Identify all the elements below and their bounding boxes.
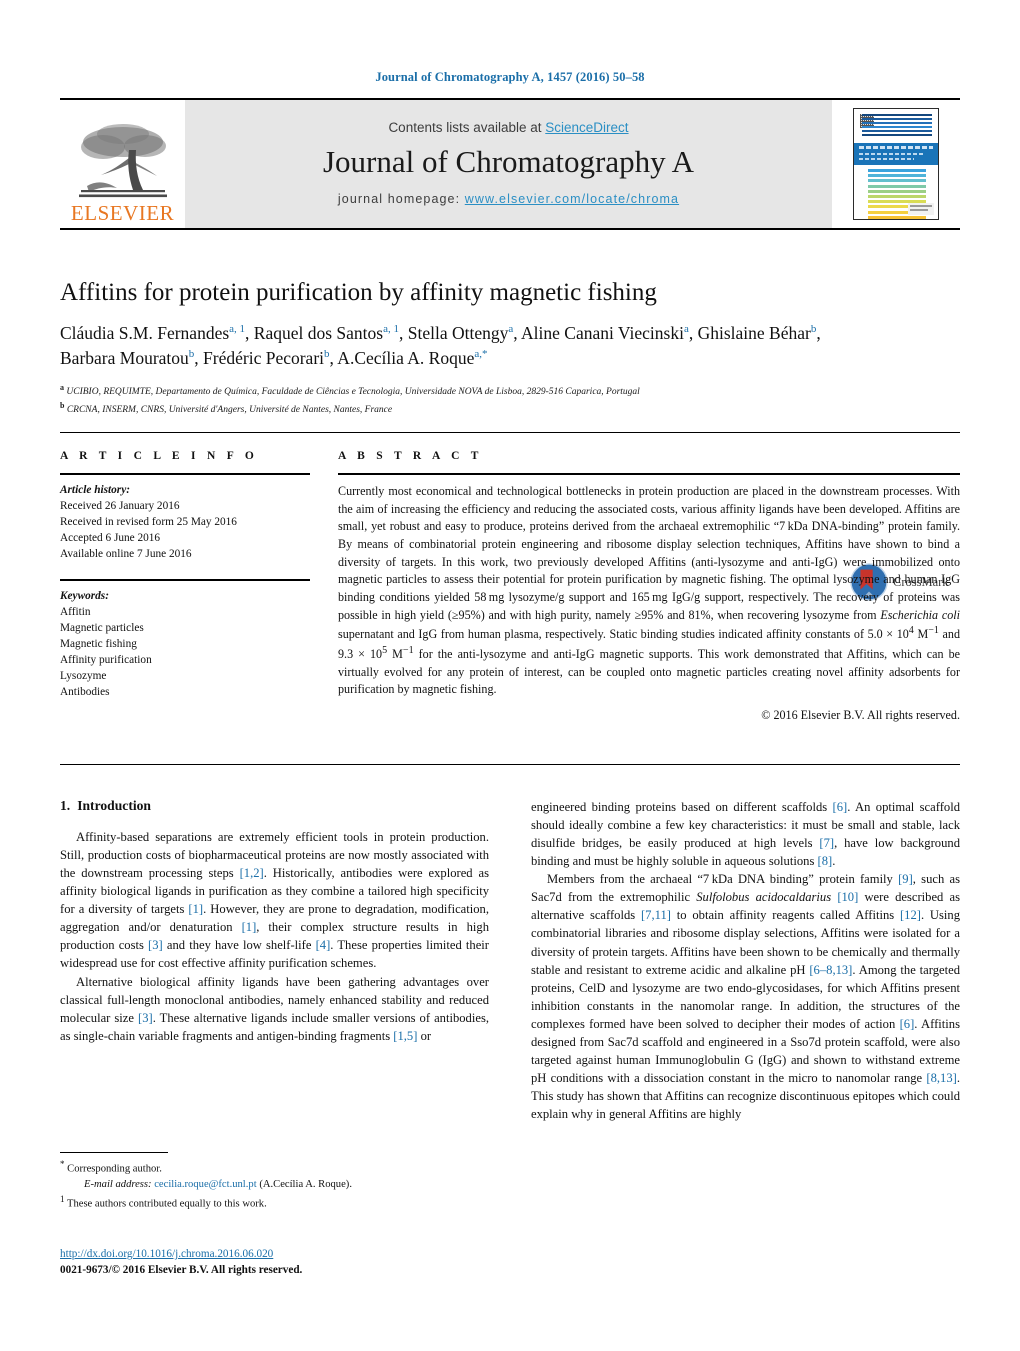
email-label: E-mail address:: [84, 1179, 152, 1191]
article-info-rule: [60, 473, 310, 475]
affiliation-b-mark: b: [60, 400, 65, 410]
email-link[interactable]: cecilia.roque@fct.unl.pt: [154, 1179, 256, 1190]
history-item: Accepted 6 June 2016: [60, 532, 161, 545]
paragraph: engineered binding proteins based on dif…: [531, 800, 960, 869]
affiliations: a UCIBIO, REQUIMTE, Departamento de Quím…: [60, 382, 960, 418]
article-header: Affitins for protein purification by aff…: [60, 278, 960, 601]
history-item: Received in revised form 25 May 2016: [60, 516, 237, 529]
abstract-copyright: © 2016 Elsevier B.V. All rights reserved…: [761, 707, 960, 722]
keyword-item: Antibodies: [60, 686, 110, 699]
cover-title-band: [854, 143, 938, 165]
footnote-email: E-mail address: cecilia.roque@fct.unl.pt…: [60, 1177, 489, 1193]
affiliation-a-text: UCIBIO, REQUIMTE, Departamento de Químic…: [66, 386, 640, 397]
abstract-body: Currently most economical and technologi…: [338, 484, 960, 697]
sciencedirect-link[interactable]: ScienceDirect: [545, 120, 628, 135]
author-list: Cláudia S.M. Fernandesa, 1, Raquel dos S…: [60, 323, 821, 369]
elsevier-tree-icon: [78, 124, 167, 198]
paragraph: Members from the archaeal “7 kDa DNA bin…: [531, 872, 960, 1122]
keywords-rule: [60, 579, 310, 582]
article-info-heading: A R T I C L E I N F O: [60, 450, 259, 462]
abstract-divider-bottom: [60, 764, 960, 765]
masthead-center: Contents lists available at ScienceDirec…: [185, 100, 832, 228]
paragraph: Alternative biological affinity ligands …: [60, 974, 489, 1043]
article-info-column: A R T I C L E I N F O Article history: R…: [60, 450, 310, 700]
keywords-block: Keywords: Affitin Magnetic particles Mag…: [60, 588, 310, 700]
journal-title: Journal of Chromatography A: [322, 144, 695, 180]
article-history: Article history: Received 26 January 201…: [60, 482, 310, 562]
footnote-mark-star: *: [60, 1159, 65, 1169]
keywords-label: Keywords:: [60, 590, 109, 603]
footnote-equal-text: These authors contributed equally to thi…: [66, 1198, 267, 1210]
page-title: Affitins for protein purification by aff…: [60, 279, 657, 306]
doi-block: http://dx.doi.org/10.1016/j.chroma.2016.…: [60, 1246, 560, 1278]
history-item: Received 26 January 2016: [60, 500, 180, 513]
section-heading-introduction: 1. Introduction: [60, 798, 489, 814]
footnote-mark-one: 1: [60, 1194, 65, 1205]
issn-copyright-line: 0021-9673/© 2016 Elsevier B.V. All right…: [60, 1264, 303, 1277]
footnotes: * Corresponding author. E-mail address: …: [60, 1158, 489, 1213]
elsevier-wordmark: ELSEVIER: [70, 201, 175, 225]
footnote-corresponding-text: Corresponding author.: [67, 1163, 162, 1175]
footnote-equal-contribution: 1 These authors contributed equally to t…: [60, 1193, 489, 1212]
history-item: Available online 7 June 2016: [60, 548, 192, 561]
abstract-rule: [338, 473, 960, 475]
abstract-heading: A B S T R A C T: [338, 450, 483, 462]
body-column-right: engineered binding proteins based on dif…: [531, 798, 960, 1123]
cover-publisher-logo: [908, 203, 934, 215]
keyword-item: Magnetic fishing: [60, 638, 137, 651]
journal-homepage-line: journal homepage: www.elsevier.com/locat…: [338, 192, 679, 206]
keyword-item: Affinity purification: [60, 654, 152, 667]
homepage-prefix: journal homepage:: [337, 191, 465, 206]
running-head: Journal of Chromatography A, 1457 (2016)…: [375, 70, 645, 84]
contents-line: Contents lists available at ScienceDirec…: [388, 120, 628, 135]
info-divider-top: [60, 432, 960, 433]
cover-topbar: [862, 114, 932, 138]
journal-masthead: ELSEVIER Contents lists available at Sci…: [60, 98, 960, 230]
section-title: Introduction: [77, 798, 151, 813]
body-columns: 1. Introduction Affinity-based separation…: [60, 798, 960, 1123]
journal-homepage-link[interactable]: www.elsevier.com/locate/chroma: [465, 192, 679, 206]
affiliation-a-mark: a: [60, 382, 64, 392]
doi-link[interactable]: http://dx.doi.org/10.1016/j.chroma.2016.…: [60, 1248, 273, 1260]
paper-page: Journal of Chromatography A, 1457 (2016)…: [0, 0, 1020, 1351]
affiliation-b-text: CRCNA, INSERM, CNRS, Université d'Angers…: [66, 404, 393, 415]
elsevier-logo: ELSEVIER: [60, 100, 185, 228]
body-column-left: 1. Introduction Affinity-based separation…: [60, 798, 489, 1123]
abstract-column: A B S T R A C T Currently most economica…: [338, 450, 960, 723]
footnote-corresponding-author: * Corresponding author.: [60, 1158, 489, 1177]
keyword-item: Affitin: [60, 606, 91, 619]
journal-cover-thumbnail: [832, 100, 960, 228]
keyword-item: Magnetic particles: [60, 622, 144, 635]
contents-prefix: Contents lists available at: [388, 120, 546, 136]
footnote-divider: [60, 1152, 168, 1153]
section-number: 1.: [60, 798, 71, 813]
article-history-label: Article history:: [60, 484, 130, 496]
affiliation-b: b CRCNA, INSERM, CNRS, Université d'Ange…: [60, 400, 960, 418]
keyword-item: Lysozyme: [60, 670, 107, 683]
email-owner: (A.Cecília A. Roque).: [259, 1179, 352, 1191]
affiliation-a: a UCIBIO, REQUIMTE, Departamento de Quím…: [60, 382, 960, 400]
paragraph: Affinity-based separations are extremely…: [60, 830, 490, 971]
